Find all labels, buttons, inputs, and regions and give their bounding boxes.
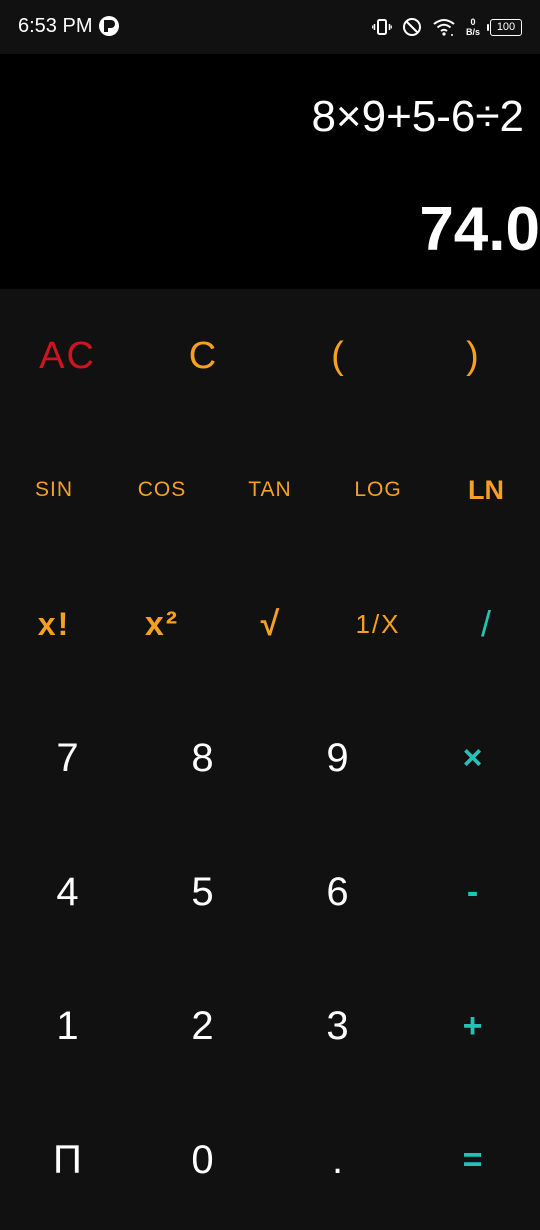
app-notification-icon xyxy=(98,15,120,37)
status-time: 6:53 PM xyxy=(18,15,93,37)
digit-2-button[interactable]: 2 xyxy=(135,959,270,1093)
log-button[interactable]: LOG xyxy=(324,423,432,557)
keypad-row-2: SIN COS TAN LOG LN xyxy=(0,423,540,557)
network-speed-value: 0 xyxy=(470,17,476,27)
status-bar: 6:53 PM 0 B/s 100 xyxy=(0,0,540,54)
cos-button[interactable]: COS xyxy=(108,423,216,557)
pi-button[interactable]: Π xyxy=(0,1093,135,1227)
ln-button[interactable]: LN xyxy=(432,423,540,557)
keypad: AC C ( ) SIN COS TAN LOG LN x! x² √ 1/X … xyxy=(0,289,540,1230)
vibrate-icon xyxy=(372,18,392,36)
subtract-button[interactable]: - xyxy=(405,825,540,959)
clear-button[interactable]: C xyxy=(135,289,270,423)
result-text: 74.0 xyxy=(419,195,540,264)
close-parenthesis-button[interactable]: ) xyxy=(405,289,540,423)
keypad-row-7: Π 0 . = xyxy=(0,1093,540,1227)
expression-text: 8×9+5-6÷2 xyxy=(311,92,524,141)
network-speed: 0 B/s xyxy=(466,17,480,37)
add-button[interactable]: + xyxy=(405,959,540,1093)
open-parenthesis-button[interactable]: ( xyxy=(270,289,405,423)
factorial-button[interactable]: x! xyxy=(0,557,108,691)
keypad-row-4: 7 8 9 × xyxy=(0,691,540,825)
digit-6-button[interactable]: 6 xyxy=(270,825,405,959)
tan-button[interactable]: TAN xyxy=(216,423,324,557)
digit-5-button[interactable]: 5 xyxy=(135,825,270,959)
status-icons: 0 B/s 100 xyxy=(372,12,522,42)
square-button[interactable]: x² xyxy=(108,557,216,691)
reciprocal-button[interactable]: 1/X xyxy=(324,557,432,691)
keypad-row-5: 4 5 6 - xyxy=(0,825,540,959)
do-not-disturb-icon xyxy=(402,17,422,37)
network-speed-unit: B/s xyxy=(465,27,480,37)
digit-4-button[interactable]: 4 xyxy=(0,825,135,959)
digit-7-button[interactable]: 7 xyxy=(0,691,135,825)
all-clear-button[interactable]: AC xyxy=(0,289,135,423)
multiply-button[interactable]: × xyxy=(405,691,540,825)
keypad-row-6: 1 2 3 + xyxy=(0,959,540,1093)
wifi-icon xyxy=(432,17,456,37)
digit-3-button[interactable]: 3 xyxy=(270,959,405,1093)
divide-button[interactable]: / xyxy=(432,557,540,691)
battery-icon: 100 xyxy=(487,18,522,36)
keypad-row-3: x! x² √ 1/X / xyxy=(0,557,540,691)
calculator-display: 8×9+5-6÷2 74.0 xyxy=(0,54,540,289)
equals-button[interactable]: = xyxy=(405,1093,540,1227)
sin-button[interactable]: SIN xyxy=(0,423,108,557)
keypad-row-1: AC C ( ) xyxy=(0,289,540,423)
digit-0-button[interactable]: 0 xyxy=(135,1093,270,1227)
square-root-button[interactable]: √ xyxy=(216,557,324,691)
decimal-point-button[interactable]: . xyxy=(270,1093,405,1227)
digit-8-button[interactable]: 8 xyxy=(135,691,270,825)
digit-1-button[interactable]: 1 xyxy=(0,959,135,1093)
digit-9-button[interactable]: 9 xyxy=(270,691,405,825)
